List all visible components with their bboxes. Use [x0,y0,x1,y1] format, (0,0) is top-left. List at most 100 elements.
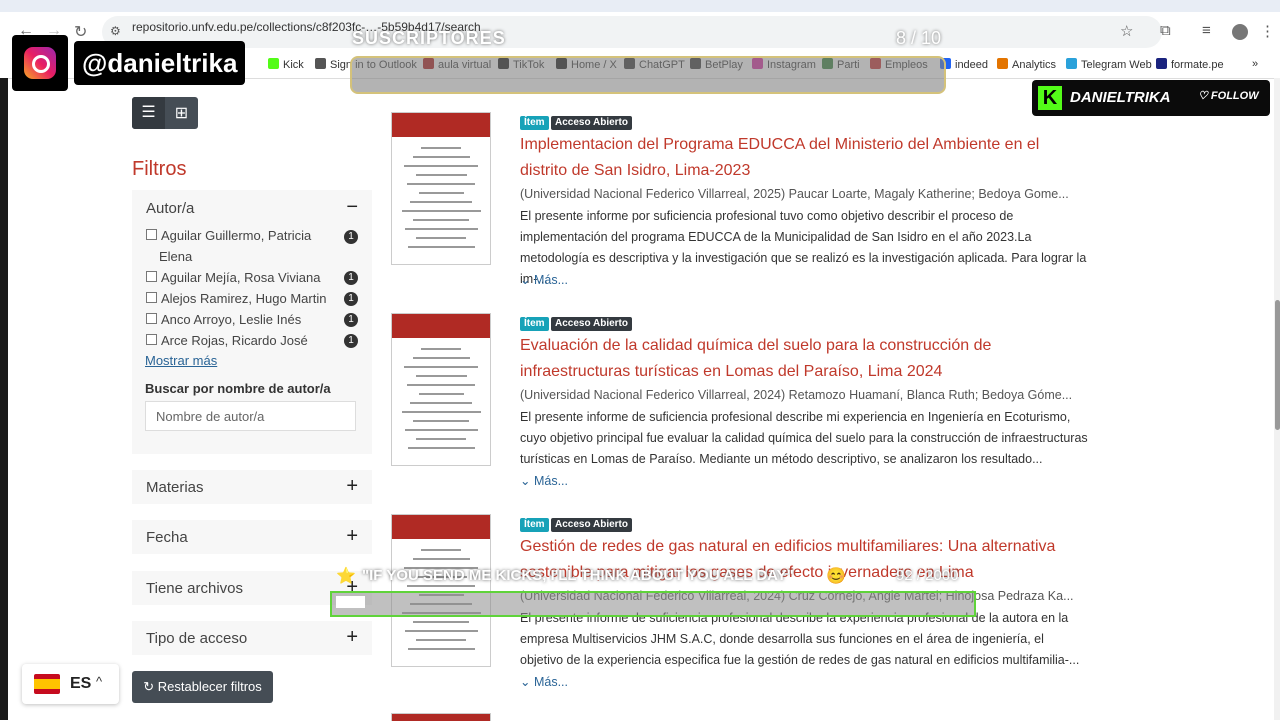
author-name-cont: Elena [159,249,193,264]
list-view-icon[interactable]: ☰ [132,97,165,129]
thumbnail-text-line [404,165,478,167]
checkbox[interactable] [146,229,157,240]
reset-icon: ↻ [143,679,155,694]
subscribers-goal-count: 8 / 10 [896,28,942,48]
thumbnail-text-line [421,147,461,149]
author-option[interactable]: Alejos Ramirez, Hugo Martin [146,288,346,309]
bookmark-label: indeed [955,59,989,71]
result-abstract: El presente informe de suficiencia profe… [520,410,1088,466]
expand-icon[interactable]: + [346,525,358,548]
result-meta: (Universidad Nacional Federico Villarrea… [520,388,1073,402]
thumbnail-text-line [416,438,466,440]
media-icon[interactable]: ≡ [1202,22,1211,39]
star-emoji-icon: ⭐ [336,568,356,585]
author-name: Arce Rojas, Ricardo José [161,333,308,348]
kick-channel-name: DANIELTRIKA [1070,89,1171,106]
count-badge: 1 [344,230,358,244]
kick-follow-label: ♡ FOLLOW [1198,90,1259,102]
count-badge: 1 [344,292,358,306]
show-more-link[interactable]: ⌄ Más... [520,473,568,488]
facet-label: Fecha [146,529,188,546]
thumbnail-text-line [413,621,469,623]
scrollbar-thumb[interactable] [1275,300,1280,430]
thumbnail-text-line [404,630,478,632]
instagram-badge [12,35,68,91]
kicks-goal-bar [330,591,976,617]
open-access-badge: Acceso Abierto [551,518,632,532]
bookmark-item[interactable]: indeed [940,58,988,71]
thumbnail-text-line [407,183,475,185]
thumbnail-text-line [415,174,467,176]
thumbnail-text-line [412,558,470,560]
result-title-link[interactable]: Evaluación de la calidad química del sue… [520,333,1090,385]
bookmark-label: Kick [283,59,304,71]
checkbox[interactable] [146,334,157,345]
thumbnail-text-line [404,228,478,230]
result-abstract: El presente informe por suficiencia prof… [520,209,1087,286]
bookmark-star-icon[interactable]: ☆ [1120,22,1133,40]
extensions-icon[interactable]: ⧉ [1160,22,1171,39]
bookmark-item[interactable]: Kick [268,58,304,71]
profile-avatar[interactable] [1232,24,1248,40]
count-badge: 1 [344,334,358,348]
facet-fecha[interactable]: Fecha + [132,520,372,554]
bookmark-favicon-icon [268,58,279,69]
facet-label: Tipo de acceso [146,630,248,647]
thumbnail-text-line [404,366,478,368]
checkbox[interactable] [146,313,157,324]
show-more-link[interactable]: Mostrar más [145,353,217,368]
grid-view-icon[interactable]: ⊞ [165,103,198,123]
more-bookmarks-icon[interactable]: » [1252,58,1258,70]
checkbox[interactable] [146,292,157,303]
thumbnail-header [392,314,490,338]
thumbnail-text-line [415,375,467,377]
thumbnail-text-line [401,411,481,413]
reset-filters-label: Restablecer filtros [157,679,262,694]
count-badge: 1 [344,313,358,327]
item-badge: Ítem [520,317,549,331]
author-option[interactable]: Aguilar Guillermo, Patricia Elena [146,225,346,267]
author-facet-label[interactable]: Autor/a [146,200,194,217]
open-access-badge: Acceso Abierto [551,116,632,130]
author-option[interactable]: Arce Rojas, Ricardo José [146,330,346,351]
author-search-input[interactable]: Nombre de autor/a [145,401,356,431]
author-option[interactable]: Aguilar Mejía, Rosa Viviana [146,267,346,288]
open-access-badge: Acceso Abierto [551,317,632,331]
author-name: Aguilar Mejía, Rosa Viviana [161,270,321,285]
more-label: Más... [533,675,568,689]
kick-follow-text: FOLLOW [1210,90,1259,102]
expand-icon[interactable]: + [346,475,358,498]
menu-icon[interactable]: ⋮ [1260,22,1275,40]
thumbnail-text-line [407,447,475,449]
show-more-link[interactable]: ⌄ Más... [520,272,568,287]
bookmark-item[interactable]: Analytics [997,58,1056,71]
collapse-icon[interactable]: − [346,196,358,219]
kicks-goal-count: 92 / 2000 [896,567,959,584]
instagram-icon [24,47,56,79]
thumbnail-text-line [410,402,472,404]
result-title-link[interactable]: Implementacion del Programa EDUCCA del M… [520,132,1090,184]
facet-tipo-acceso[interactable]: Tipo de acceso + [132,621,372,655]
thumbnail-text-line [413,420,469,422]
language-selector[interactable]: ES ^ [22,664,119,704]
checkbox[interactable] [146,271,157,282]
reset-filters-button[interactable]: ↻ Restablecer filtros [132,671,273,703]
author-name: Aguilar Guillermo, Patricia [161,228,312,243]
facet-materias[interactable]: Materias + [132,470,372,504]
result-thumbnail[interactable] [391,313,491,466]
author-name: Alejos Ramirez, Hugo Martin [161,291,327,306]
chevron-up-icon: ^ [96,674,103,689]
language-code: ES [70,675,92,692]
thumbnail-text-line [421,549,461,551]
thumbnail-text-line [412,357,470,359]
thumbnail-text-line [416,237,466,239]
bookmark-item[interactable]: formate.pe [1156,58,1224,71]
show-more-link[interactable]: ⌄ Más... [520,674,568,689]
result-meta: (Universidad Nacional Federico Villarrea… [520,187,1069,201]
author-option[interactable]: Anco Arroyo, Leslie Inés [146,309,346,330]
bookmark-item[interactable]: Telegram Web [1066,58,1152,71]
expand-icon[interactable]: + [346,626,358,649]
facet-label: Tiene archivos [146,580,243,597]
result-thumbnail[interactable] [391,112,491,265]
smile-emoji-icon: 😊 [826,568,846,585]
